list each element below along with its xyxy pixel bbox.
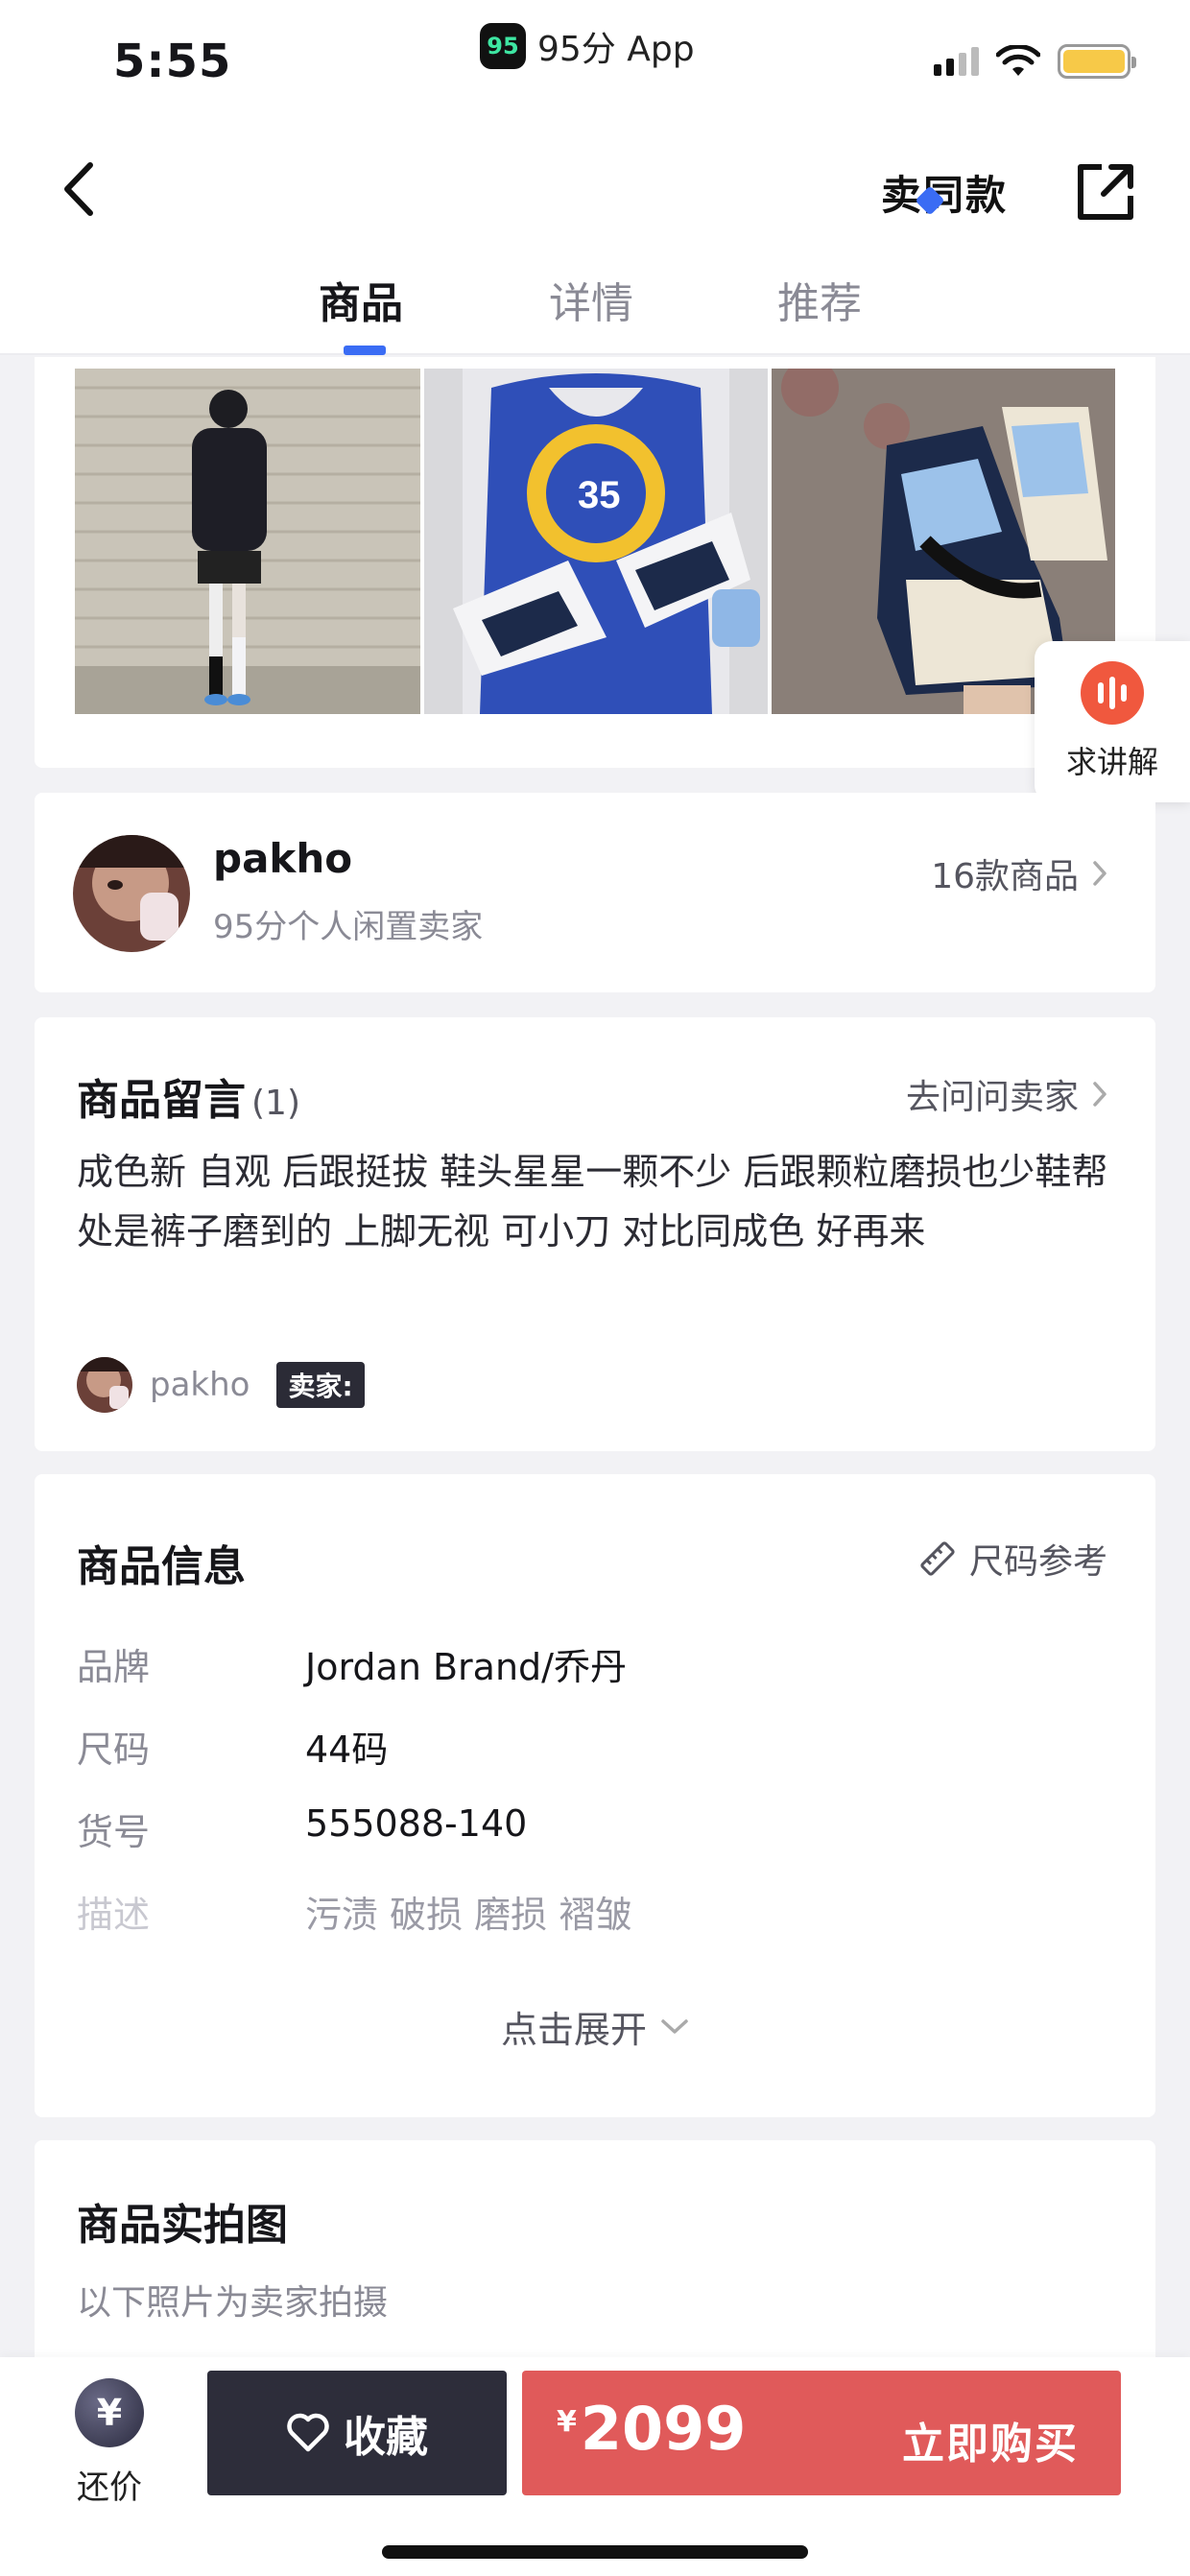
bottom-action-bar: ¥ 还价 收藏 ¥ 2099 立即购买	[0, 2357, 1190, 2576]
product-photo-2[interactable]: 35	[424, 369, 768, 714]
info-value: 污渍 破损 磨损 褶皱	[305, 1894, 632, 1936]
nav-bar: 卖同款 商品 详情 推荐	[0, 134, 1190, 355]
sell-same-button[interactable]: 卖同款	[881, 163, 1008, 221]
ruler-icon	[920, 1541, 955, 1576]
info-key: 描述	[77, 1894, 151, 1936]
request-explanation-label: 求讲解	[1065, 744, 1158, 780]
home-indicator[interactable]	[382, 2545, 808, 2559]
favorite-button[interactable]: 收藏	[207, 2371, 507, 2495]
message-author-name: pakho	[150, 1366, 250, 1404]
status-bar: 5:55 95 95分 App	[0, 0, 1190, 134]
bargain-label: 还价	[77, 2469, 142, 2507]
seller-card[interactable]: pakho 95分个人闲置卖家 16款商品	[35, 793, 1155, 992]
product-info-card: 商品信息 尺码参考 品牌 Jordan Brand/乔丹 尺码 44码 货号 5…	[35, 1474, 1155, 2117]
wifi-icon	[996, 45, 1040, 76]
bargain-button[interactable]: ¥ 还价	[63, 2378, 155, 2532]
status-icons	[934, 44, 1136, 79]
audio-bars-icon	[1081, 661, 1144, 725]
product-messages-card: 商品留言 (1) 去问问卖家 成色新 自观 后跟挺拔 鞋头星星一颗不少 后跟颗粒磨…	[35, 1017, 1155, 1451]
info-key: 品牌	[77, 1646, 151, 1688]
messages-title-text: 商品留言	[77, 1076, 246, 1125]
sell-same-label: 卖同款	[881, 172, 1009, 219]
seller-product-count: 16款商品	[931, 857, 1079, 896]
product-photos-card: 35	[35, 357, 1155, 768]
tab-recommend[interactable]: 推荐	[777, 269, 862, 330]
share-button[interactable]	[1075, 161, 1136, 223]
seller-product-count-link[interactable]: 16款商品	[931, 848, 1107, 898]
expand-label: 点击展开	[500, 2009, 647, 2051]
cellular-signal-icon	[934, 47, 979, 76]
request-explanation-button[interactable]: 求讲解	[1035, 641, 1190, 802]
status-app-name: 95分 App	[537, 30, 695, 69]
favorite-label: 收藏	[344, 2413, 428, 2462]
info-value: 44码	[305, 1729, 389, 1771]
messages-title: 商品留言 (1)	[77, 1065, 300, 1127]
app-badge-icon: 95	[480, 23, 526, 69]
messages-count: (1)	[251, 1084, 300, 1123]
buy-now-button[interactable]: ¥ 2099 立即购买	[522, 2371, 1121, 2495]
message-author: pakho 卖家:	[77, 1357, 365, 1413]
ask-seller-label: 去问问卖家	[905, 1078, 1079, 1117]
tab-product[interactable]: 商品	[319, 269, 403, 330]
size-reference-link[interactable]: 尺码参考	[919, 1534, 1107, 1584]
real-photos-title: 商品实拍图	[77, 2201, 288, 2250]
info-key: 货号	[77, 1811, 151, 1853]
status-app-indicator: 95 95分 App	[480, 21, 695, 71]
message-text: 成色新 自观 后跟挺拔 鞋头星星一颗不少 后跟颗粒磨损也少鞋帮处是裤子磨到的 上…	[77, 1151, 1108, 1252]
info-key: 尺码	[77, 1729, 151, 1771]
status-time: 5:55	[113, 35, 232, 88]
message-author-avatar	[77, 1357, 132, 1413]
back-button[interactable]	[50, 155, 107, 223]
bargain-icon: ¥	[75, 2378, 144, 2447]
chevron-down-icon	[661, 2018, 688, 2034]
size-reference-label: 尺码参考	[968, 1542, 1107, 1582]
ask-seller-link[interactable]: 去问问卖家	[906, 1069, 1107, 1119]
seller-subtitle: 95分个人闲置卖家	[213, 908, 484, 946]
seller-avatar[interactable]	[73, 835, 190, 952]
currency-symbol: ¥	[557, 2405, 577, 2439]
seller-name[interactable]: pakho	[213, 835, 352, 882]
real-photos-subtitle: 以下照片为卖家拍摄	[77, 2283, 389, 2323]
share-icon	[1078, 164, 1133, 220]
seller-badge: 卖家:	[276, 1362, 365, 1408]
info-value: Jordan Brand/乔丹	[305, 1646, 627, 1688]
chevron-right-icon	[1093, 1082, 1107, 1107]
info-value: 555088-140	[305, 1802, 528, 1845]
heart-icon	[287, 2413, 329, 2452]
svg-text:35: 35	[578, 474, 621, 516]
price-value: 2099	[580, 2394, 747, 2464]
tab-details[interactable]: 详情	[549, 269, 633, 330]
buy-now-label: 立即购买	[902, 2420, 1079, 2469]
active-tab-indicator	[344, 346, 386, 355]
tab-bar: 商品 详情 推荐	[0, 269, 1190, 355]
price: ¥ 2099	[557, 2394, 746, 2464]
chevron-right-icon	[1093, 861, 1107, 886]
product-photo-1[interactable]	[75, 369, 420, 714]
chevron-left-icon	[64, 162, 93, 216]
expand-button[interactable]: 点击展开	[501, 2000, 689, 2053]
info-title: 商品信息	[77, 1542, 246, 1591]
battery-icon	[1058, 44, 1136, 79]
expand-info: 点击展开	[35, 2000, 1155, 2053]
